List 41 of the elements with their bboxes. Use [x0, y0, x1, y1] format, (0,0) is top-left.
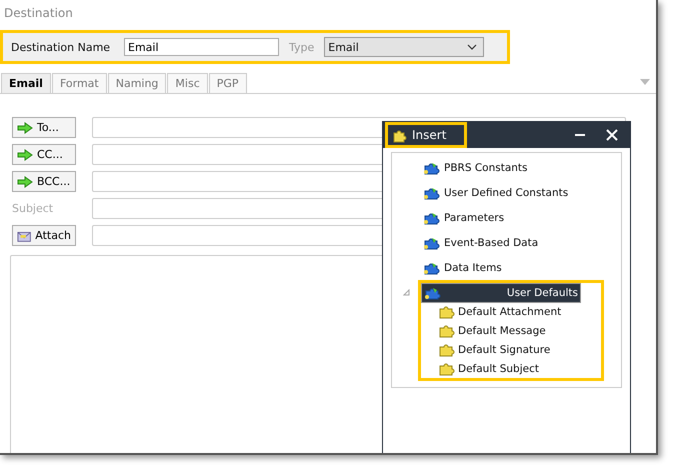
tree-item[interactable]: Parameters — [421, 210, 506, 226]
field-label: Type — [289, 40, 314, 54]
address-button[interactable]: BCC... — [12, 171, 76, 192]
tab[interactable]: Format — [52, 73, 107, 93]
tree-item[interactable]: Default Signature — [421, 340, 581, 359]
field-label: Destination Name — [11, 40, 112, 54]
tab[interactable]: Email — [1, 73, 51, 93]
puzzle-icon — [439, 324, 455, 338]
tree-item[interactable]: Default Attachment — [421, 302, 581, 321]
puzzle-icon — [424, 286, 442, 300]
puzzle-icon — [439, 304, 455, 318]
puzzle-icon — [439, 362, 455, 376]
tree-item[interactable]: Default Message — [421, 321, 581, 340]
tree-item[interactable]: User Defined Constants — [421, 184, 570, 200]
tree-item[interactable]: Default Subject — [421, 359, 581, 378]
puzzle-icon — [423, 160, 441, 174]
subject-label: Subject — [12, 202, 54, 215]
puzzle-icon — [439, 342, 455, 356]
close-icon[interactable] — [606, 129, 618, 141]
type-dropdown[interactable]: Email — [324, 37, 484, 57]
tree-item[interactable]: Data Items — [421, 260, 504, 276]
tree-item[interactable]: Event-Based Data — [421, 234, 540, 250]
address-button[interactable]: Attach — [12, 225, 76, 246]
tab[interactable]: Misc — [167, 73, 208, 93]
panel-title: Insert — [385, 122, 468, 148]
puzzle-icon — [423, 260, 441, 274]
puzzle-icon — [423, 210, 441, 224]
address-button[interactable]: To... — [12, 117, 76, 138]
window-title: Destination — [3, 5, 74, 22]
chevron-icon — [467, 44, 478, 50]
tab[interactable]: Naming — [108, 73, 166, 93]
arrow-icon — [17, 148, 33, 160]
arrow-icon — [17, 122, 33, 134]
puzzle-icon — [423, 236, 441, 250]
tree-item[interactable]: PBRS Constants — [421, 160, 530, 176]
arrow-icon — [17, 176, 33, 188]
address-button[interactable]: CC... — [12, 144, 76, 165]
tab[interactable]: PGP — [208, 73, 247, 93]
puzzle-icon — [423, 186, 441, 200]
name-input[interactable]: Email — [124, 38, 279, 56]
tree-item[interactable]: User Defaults — [421, 282, 581, 302]
